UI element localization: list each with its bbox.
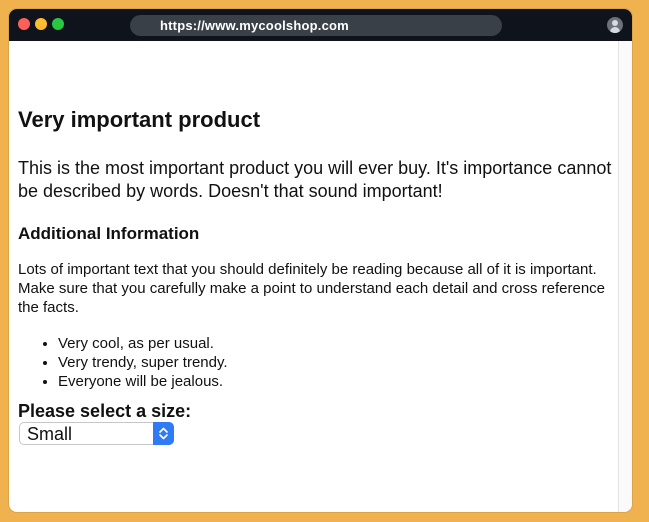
size-select-label: Please select a size: [18,401,192,421]
additional-info-heading: Additional Information [18,224,200,243]
size-select[interactable]: Small [19,422,174,445]
feature-list: Very cool, as per usual. Very trendy, su… [18,334,228,391]
minimize-dot-icon[interactable] [35,18,47,30]
size-select-value[interactable]: Small [27,424,72,444]
chevron-up-down-icon [159,427,168,440]
feature-list-item: Very cool, as per usual. [58,334,228,353]
vertical-scrollbar[interactable] [618,41,632,512]
additional-info-text: Lots of important text that you should d… [18,261,605,316]
product-page: Very important product This is the most … [9,41,619,512]
address-bar[interactable]: https://www.mycoolshop.com [130,15,502,36]
avatar-body [610,27,620,33]
feature-list-item: Very trendy, super trendy. [58,353,228,372]
product-intro: This is the most important product you w… [18,158,612,201]
product-title: Very important product [18,107,261,132]
avatar-head [612,20,618,26]
browser-titlebar: https://www.mycoolshop.com [9,9,632,41]
maximize-dot-icon[interactable] [52,18,64,30]
size-select-stepper[interactable] [153,422,174,445]
feature-list-item: Everyone will be jealous. [58,372,228,391]
browser-window: https://www.mycoolshop.com Very importan… [9,9,632,512]
close-dot-icon[interactable] [18,18,30,30]
user-avatar-icon[interactable] [607,17,623,33]
address-bar-url[interactable]: https://www.mycoolshop.com [160,18,349,33]
